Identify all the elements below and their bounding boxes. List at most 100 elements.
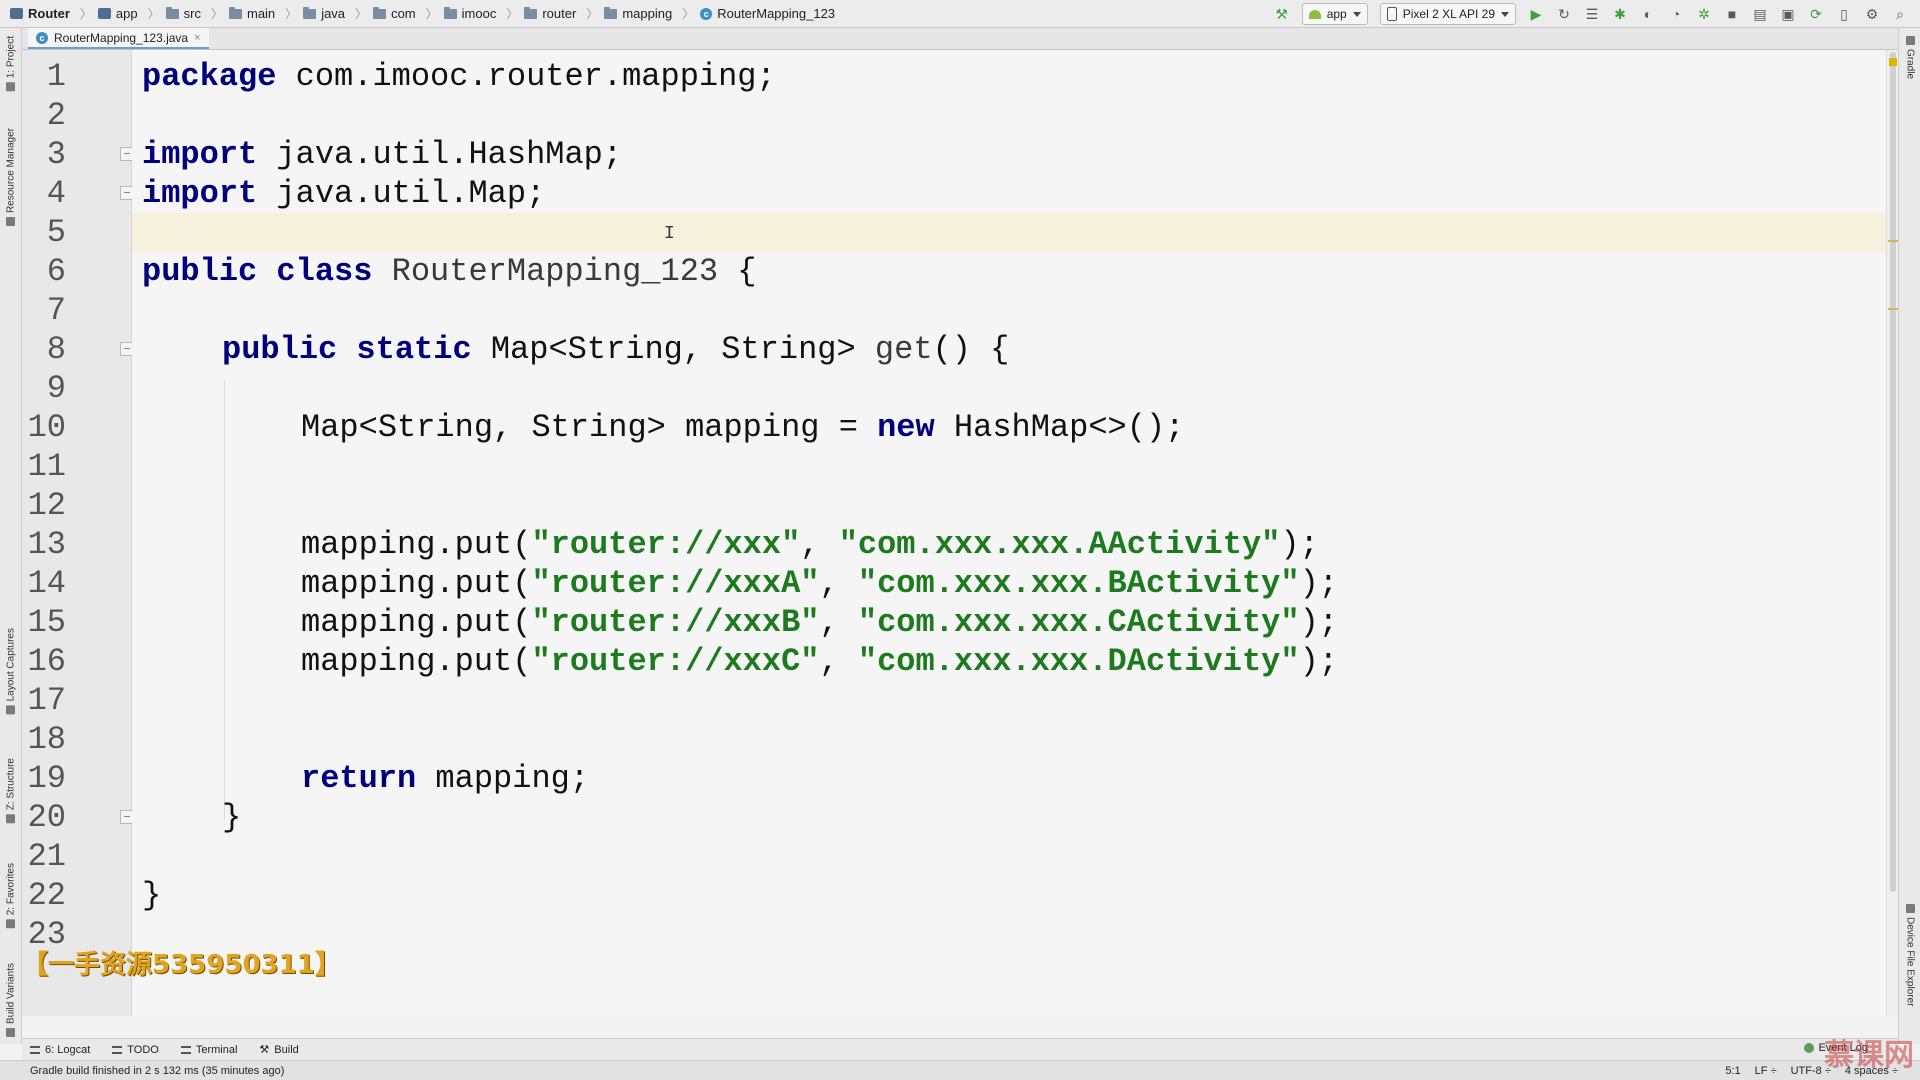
sdk-manager-icon[interactable]: ▣ [1776,3,1800,25]
scrollbar-thumb[interactable] [1890,52,1896,892]
breadcrumb-router[interactable]: router 〉 [524,5,604,22]
line-number: 21 [27,838,66,875]
attach-debugger-icon[interactable]: ✲ [1692,3,1716,25]
line-number: 2 [46,97,66,134]
device-file-explorer-tab[interactable]: Device File Explorer [1903,904,1917,1006]
gradle-icon [1905,36,1915,45]
line-number: 15 [27,604,66,641]
line-number: 11 [27,448,66,485]
resource-manager-tab[interactable]: Resource Manager [4,128,18,227]
editor-scrollbar[interactable] [1886,50,1898,1016]
gradle-tab[interactable]: Gradle [1903,36,1917,79]
profile-icon[interactable]: ◔ [1664,3,1688,25]
line-number: 3 [46,136,66,173]
make-project-hammer-icon[interactable]: ⚒ [1270,3,1294,25]
line-number: 22 [27,877,66,914]
stop-icon[interactable]: ■ [1720,3,1744,25]
code-line: } [222,799,242,836]
code-line: public static Map<String, String> get() … [222,331,1010,368]
line-number: 6 [46,253,66,290]
breadcrumb-class[interactable]: c RouterMapping_123 [700,6,835,21]
breadcrumb-src[interactable]: src 〉 [165,5,229,22]
star-icon [6,919,16,929]
debug-icon[interactable]: ✱ [1608,3,1632,25]
line-number: 16 [27,643,66,680]
inspection-status-icon[interactable] [1889,58,1897,66]
layout-captures-tab[interactable]: Layout Captures [4,628,18,715]
tab-routermapping-java[interactable]: c RouterMapping_123.java × [28,28,209,49]
code-editor[interactable]: package com.imooc.router.mapping; import… [132,50,1886,1016]
line-number: 17 [27,682,66,719]
build-variants-icon [6,1027,16,1037]
watermark-text: 【一手资源535950311】 [22,950,341,980]
build-variants-tab[interactable]: Build Variants [4,963,18,1037]
breadcrumb-java[interactable]: java 〉 [303,5,373,22]
breadcrumb-imooc[interactable]: imooc 〉 [443,5,525,22]
line-number-gutter: 1 2 3 4 5 6 7 8 9 10 11 12 13 14 15 16 1… [22,50,134,1016]
logcat-icon [30,1045,40,1054]
folder-icon [443,6,457,19]
rerun-icon[interactable]: ↻ [1552,3,1576,25]
code-line: mapping.put("router://xxxB", "com.xxx.xx… [301,604,1338,641]
code-line: return mapping; [301,760,590,797]
class-icon: c [36,31,48,44]
run-configuration-select[interactable]: app [1301,3,1368,25]
device-select[interactable]: Pixel 2 XL API 29 [1379,3,1516,25]
plugin-icon[interactable]: ⚙ [1860,3,1884,25]
project-icon [6,82,16,92]
search-icon[interactable]: ⌕ [1888,3,1912,25]
caret-position[interactable]: 5:1 [1725,1065,1740,1077]
code-line: import java.util.HashMap; [142,136,623,173]
code-line: mapping.put("router://xxxC", "com.xxx.xx… [301,643,1338,680]
line-number: 7 [46,292,66,329]
run-icon[interactable]: ▶ [1524,3,1548,25]
avd-manager-icon[interactable]: ▯ [1832,3,1856,25]
class-icon: c [700,7,713,20]
error-stripe-mark[interactable] [1888,240,1898,242]
status-bar: Gradle build finished in 2 s 132 ms (35 … [0,1060,1920,1080]
line-number: 19 [27,760,66,797]
structure-tab[interactable]: Z: Structure [4,758,18,824]
project-tool-window-tab[interactable]: 1: Project [4,36,18,92]
terminal-tab[interactable]: Terminal [180,1044,237,1056]
breadcrumb-mapping[interactable]: mapping 〉 [604,5,700,22]
line-number: 12 [27,487,66,524]
chevron-down-icon [1352,11,1361,17]
line-separator[interactable]: LF ÷ [1755,1065,1777,1077]
breadcrumb-app[interactable]: app 〉 [97,5,166,22]
list-icon [112,1045,123,1054]
build-tab[interactable]: ⚒ Build [259,1043,298,1057]
editor-tab-bar: c RouterMapping_123.java × [22,28,1898,50]
breadcrumb-com[interactable]: com 〉 [373,5,444,22]
code-line: mapping.put("router://xxxA", "com.xxx.xx… [301,565,1338,602]
folder-icon [228,6,242,19]
device-icon [1905,904,1915,913]
apply-changes-icon[interactable]: ☰ [1580,3,1604,25]
favorites-tab[interactable]: 2: Favorites [4,863,18,929]
code-line: import java.util.Map; [142,175,546,212]
device-icon [1386,7,1397,21]
android-icon [1308,9,1321,19]
line-number: 10 [27,409,66,446]
code-line: public class RouterMapping_123 { [142,253,757,290]
project-structure-icon[interactable]: ▤ [1748,3,1772,25]
line-number: 1 [46,58,66,95]
logcat-tab[interactable]: 6: Logcat [30,1044,90,1056]
line-number: 14 [27,565,66,602]
chevron-down-icon [1501,11,1509,17]
folder-icon [524,6,538,19]
close-icon[interactable]: × [194,32,200,44]
error-stripe-mark[interactable] [1888,308,1898,310]
folder-icon [303,6,317,19]
brand-logo: 慕课网 [1824,1038,1914,1073]
text-cursor-icon: I [664,224,675,244]
breadcrumb-main[interactable]: main 〉 [228,5,303,22]
resource-icon [6,217,16,227]
folder-icon [373,6,387,19]
sync-gradle-icon[interactable]: ⟳ [1804,3,1828,25]
status-message[interactable]: Gradle build finished in 2 s 132 ms (35 … [0,1065,284,1077]
breadcrumb-project[interactable]: Router 〉 [10,5,98,22]
todo-tab[interactable]: TODO [112,1044,159,1056]
code-line: Map<String, String> mapping = new HashMa… [301,409,1185,446]
coverage-icon[interactable]: ◐ [1636,3,1660,25]
